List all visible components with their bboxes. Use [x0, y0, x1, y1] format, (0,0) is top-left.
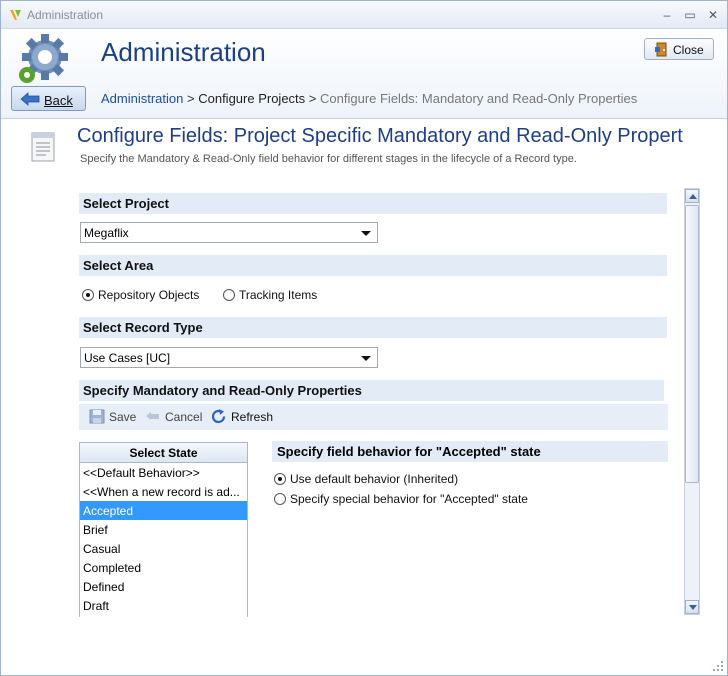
header: Administration Close Back Administration…: [1, 29, 727, 119]
record-type-dropdown-value: Use Cases [UC]: [84, 351, 171, 365]
state-list: Select State <<Default Behavior>> <<When…: [79, 442, 248, 617]
state-list-item-selected[interactable]: Accepted: [80, 501, 247, 520]
state-list-header: Select State: [80, 443, 247, 463]
gear-icon: [19, 34, 68, 83]
state-list-item[interactable]: <<Default Behavior>>: [80, 463, 247, 482]
app-logo-icon: [10, 10, 21, 20]
resize-grip-icon[interactable]: [713, 661, 723, 671]
title-bar: Administration – ▭ ✕: [1, 1, 727, 29]
vertical-scrollbar[interactable]: [684, 188, 700, 615]
radio-repository-objects[interactable]: [82, 289, 94, 301]
breadcrumb-link-administration[interactable]: Administration: [101, 91, 183, 106]
header-title: Administration: [101, 37, 266, 67]
breadcrumb-separator: >: [187, 91, 195, 106]
close-button-label: Close: [673, 43, 704, 57]
page-title: Configure Fields: Project Specific Manda…: [77, 125, 683, 147]
scroll-up-button[interactable]: [685, 189, 699, 203]
state-list-item[interactable]: <<When a new record is ad...: [80, 482, 247, 501]
page-description: Specify the Mandatory & Read-Only field …: [80, 153, 577, 165]
back-button[interactable]: Back: [11, 86, 86, 111]
exit-door-icon: [655, 42, 667, 57]
arrow-left-icon: [20, 92, 40, 106]
scroll-thumb[interactable]: [685, 205, 699, 483]
state-list-item[interactable]: Brief: [80, 520, 247, 539]
maximize-icon[interactable]: ▭: [682, 7, 698, 23]
radio-special-behavior-label: Specify special behavior for "Accepted" …: [290, 492, 528, 506]
admin-window: Administration – ▭ ✕ Administration Clos…: [0, 0, 728, 676]
scroll-down-button[interactable]: [685, 600, 699, 614]
state-list-item[interactable]: Completed: [80, 558, 247, 577]
minimize-icon[interactable]: –: [659, 7, 675, 23]
project-dropdown-value: Megaflix: [84, 226, 129, 240]
refresh-icon: [211, 409, 226, 424]
radio-tracking-items[interactable]: [223, 289, 235, 301]
radio-tracking-items-label: Tracking Items: [239, 288, 318, 302]
undo-arrow-icon: [146, 412, 159, 420]
section-select-project: Select Project: [79, 193, 667, 214]
back-button-label: Back: [44, 93, 73, 108]
refresh-button-label: Refresh: [231, 410, 274, 424]
state-list-item[interactable]: Casual: [80, 539, 247, 558]
project-dropdown[interactable]: Megaflix: [80, 222, 378, 243]
radio-default-behavior[interactable]: [274, 473, 286, 485]
record-type-dropdown[interactable]: Use Cases [UC]: [80, 347, 378, 368]
chevron-down-icon: [361, 356, 371, 361]
behavior-header: Specify field behavior for "Accepted" st…: [272, 441, 668, 462]
document-icon: [31, 132, 55, 162]
radio-repository-objects-label: Repository Objects: [98, 288, 200, 302]
properties-toolbar: Save Cancel Refresh: [79, 404, 668, 430]
breadcrumb-separator: >: [308, 91, 317, 106]
breadcrumb-link-configure-projects[interactable]: Configure Projects: [198, 91, 305, 106]
chevron-down-icon: [689, 605, 697, 610]
window-close-icon[interactable]: ✕: [705, 7, 721, 23]
cancel-button-label: Cancel: [165, 410, 203, 424]
breadcrumb-current: Configure Fields: Mandatory and Read-Onl…: [320, 91, 638, 106]
chevron-up-icon: [689, 194, 697, 199]
state-list-item[interactable]: Defined: [80, 577, 247, 596]
section-select-area: Select Area: [79, 255, 667, 276]
save-icon: [89, 409, 105, 424]
radio-default-behavior-label: Use default behavior (Inherited): [290, 472, 459, 486]
section-properties: Specify Mandatory and Read-Only Properti…: [79, 380, 664, 401]
chevron-down-icon: [361, 231, 371, 236]
section-select-record-type: Select Record Type: [79, 317, 667, 338]
window-title: Administration: [27, 8, 104, 22]
radio-special-behavior[interactable]: [274, 493, 286, 505]
save-button-label: Save: [109, 410, 137, 424]
breadcrumb: Administration > Configure Projects > Co…: [101, 91, 637, 106]
state-list-item[interactable]: Draft: [80, 596, 247, 615]
close-button[interactable]: Close: [644, 38, 714, 60]
